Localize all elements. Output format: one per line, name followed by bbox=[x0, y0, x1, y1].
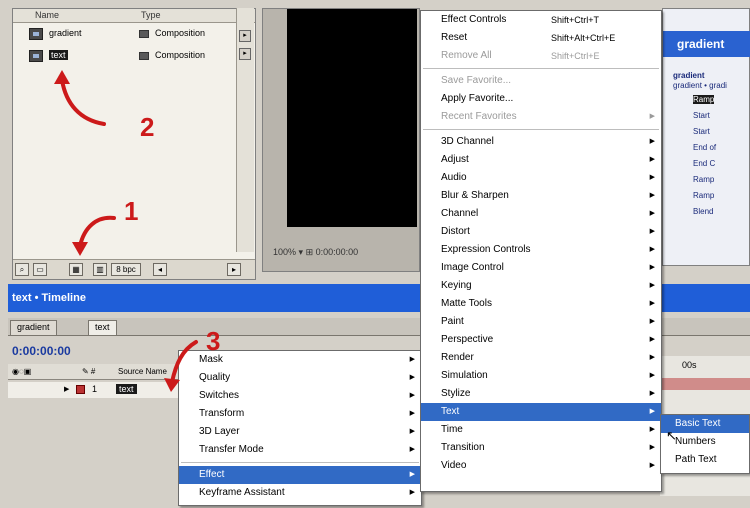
annotation-arrowhead-1 bbox=[72, 242, 88, 256]
annotation-arrow-2 bbox=[60, 78, 106, 126]
annotation-arrow-3 bbox=[170, 340, 198, 384]
annotation-arrowhead-3 bbox=[164, 378, 180, 392]
annotation-arrowhead-2 bbox=[54, 70, 70, 84]
annotation-arrow-1 bbox=[78, 215, 116, 248]
annotation-arrows bbox=[54, 70, 198, 392]
